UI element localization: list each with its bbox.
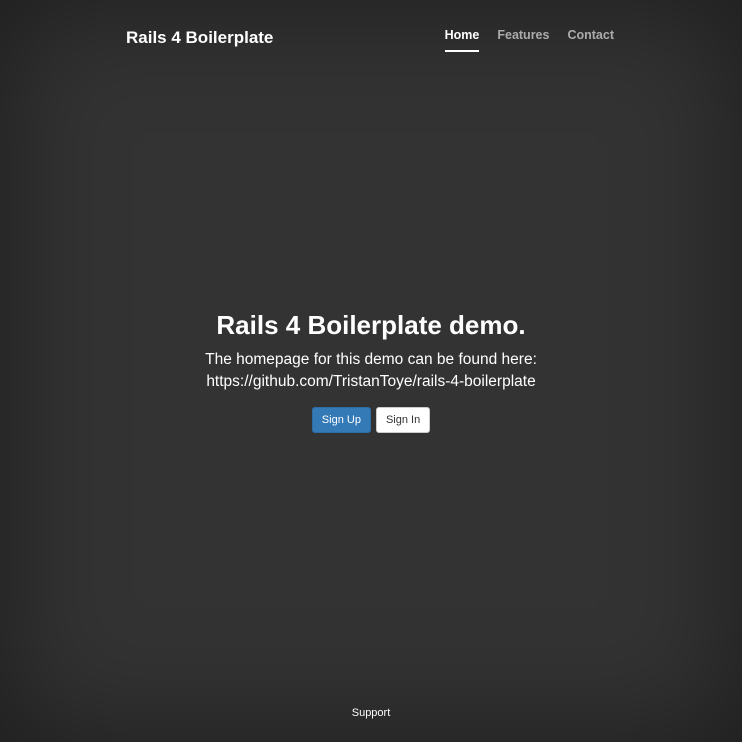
brand-title[interactable]: Rails 4 Boilerplate bbox=[126, 28, 273, 48]
page: { "header": { "brand": "Rails 4 Boilerpl… bbox=[0, 0, 742, 742]
sign-up-button[interactable]: Sign Up bbox=[311, 407, 371, 433]
cover-buttons: Sign Up Sign In bbox=[0, 407, 742, 433]
repo-url: https://github.com/TristanToye/rails-4-b… bbox=[206, 373, 536, 390]
lead-text: The homepage for this demo can be found … bbox=[205, 351, 537, 368]
support-link[interactable]: Support bbox=[352, 707, 391, 719]
nav-home[interactable]: Home bbox=[444, 28, 480, 52]
cover: Rails 4 Boilerplate demo. The homepage f… bbox=[0, 310, 742, 433]
cover-heading: Rails 4 Boilerplate demo. bbox=[216, 310, 526, 340]
masthead: Rails 4 Boilerplate Home Features Contac… bbox=[0, 0, 742, 60]
main-nav: Home Features Contact bbox=[444, 28, 614, 52]
footer: Support bbox=[0, 703, 742, 721]
sign-in-button[interactable]: Sign In bbox=[375, 407, 431, 433]
nav-contact[interactable]: Contact bbox=[567, 28, 614, 52]
nav-features[interactable]: Features bbox=[497, 28, 549, 52]
